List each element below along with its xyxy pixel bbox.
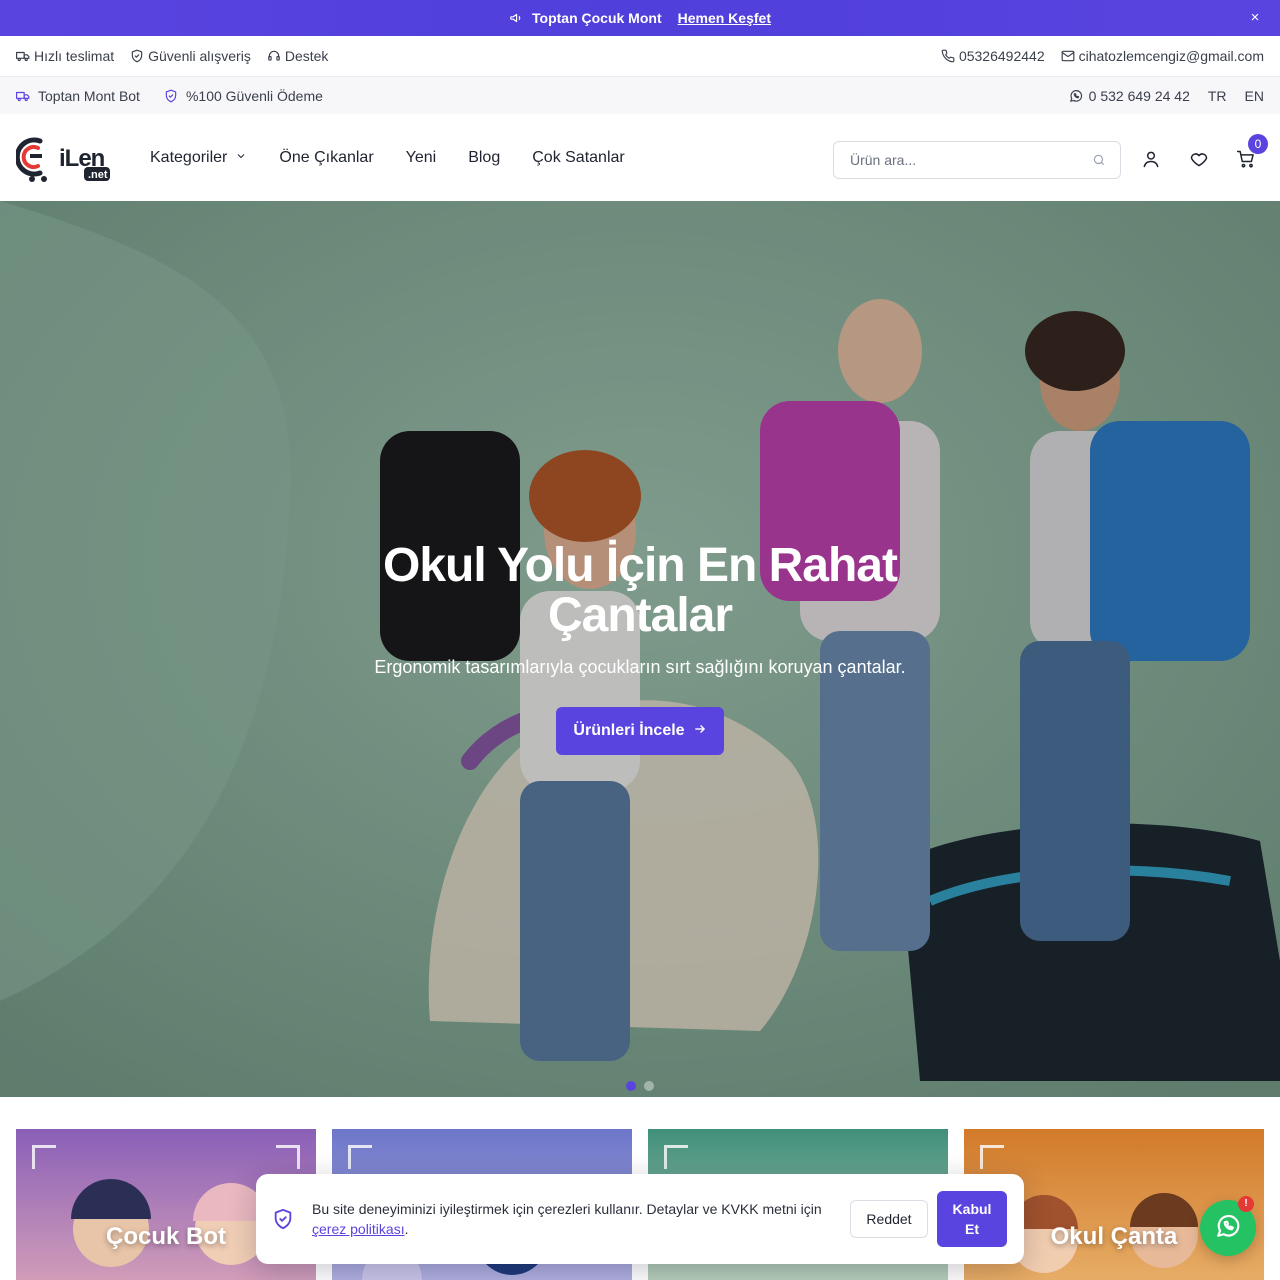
search-input[interactable] (850, 152, 1070, 168)
shield-check-icon (164, 89, 178, 103)
phone-link[interactable]: 05326492442 (941, 48, 1045, 64)
cart-count-badge: 0 (1248, 134, 1268, 154)
phone-icon (941, 49, 955, 63)
nav-new[interactable]: Yeni (406, 149, 437, 167)
search-box (833, 141, 1121, 179)
nav-label: Kategoriler (150, 148, 228, 166)
info-secure-shopping: Güvenli alışveriş (130, 48, 251, 64)
info-label: Hızlı teslimat (34, 48, 115, 64)
subbar-secure-payment: %100 Güvenli Ödeme (164, 88, 323, 104)
main-nav: Kategoriler Öne Çıkanlar Yeni Blog Çok S… (150, 149, 625, 167)
cookie-reject-button[interactable]: Reddet (850, 1200, 928, 1238)
announcement-link[interactable]: Hemen Keşfet (678, 10, 771, 26)
hero-cta-button[interactable]: Ürünleri İncele (556, 707, 724, 755)
hero-overlay (0, 201, 1280, 1097)
card-corner (32, 1145, 56, 1169)
card-corner (348, 1145, 372, 1169)
mail-icon (1061, 49, 1075, 63)
info-label: Destek (284, 48, 329, 64)
cookie-accept-button[interactable]: Kabul Et (937, 1191, 1007, 1247)
close-icon[interactable]: × (1246, 9, 1264, 27)
cta-label: Ürünleri İncele (573, 722, 685, 739)
sub-bar: Toptan Mont Bot %100 Güvenli Ödeme 0 532… (0, 77, 1280, 114)
site-logo[interactable]: iLen .net (14, 133, 112, 183)
slider-dots (626, 1081, 654, 1091)
card-corner (276, 1145, 300, 1169)
info-support[interactable]: Destek (267, 48, 329, 64)
hero-banner: Okul Yolu İçin En Rahat Çantalar Ergonom… (0, 201, 1280, 1097)
info-bar: Hızlı teslimat Güvenli alışveriş Destek … (0, 36, 1280, 77)
notification-badge: ! (1238, 1196, 1254, 1212)
info-fast-delivery: Hızlı teslimat (16, 48, 114, 64)
lang-tr[interactable]: TR (1208, 88, 1227, 104)
announcement-text: Toptan Çocuk Mont (532, 10, 662, 26)
cookie-text: Bu site deneyiminizi iyileştirmek için ç… (312, 1201, 822, 1237)
svg-text:.net: .net (88, 169, 108, 181)
cookie-message: Bu site deneyiminizi iyileştirmek için ç… (312, 1201, 822, 1217)
nav-bestsellers[interactable]: Çok Satanlar (532, 149, 625, 167)
slider-dot[interactable] (644, 1081, 654, 1091)
shield-icon (130, 49, 144, 63)
phone-number: 05326492442 (958, 48, 1045, 64)
hero-title: Okul Yolu İçin En Rahat Çantalar (383, 539, 898, 642)
whatsapp-icon (1069, 89, 1083, 103)
lang-en[interactable]: EN (1245, 88, 1264, 104)
main-header: iLen .net Kategoriler Öne Çıkanlar Yeni … (0, 114, 1280, 201)
heart-icon[interactable] (1189, 149, 1209, 169)
card-corner (980, 1145, 1004, 1169)
email-link[interactable]: cihatozlemcengiz@gmail.com (1061, 48, 1264, 64)
info-label: Güvenli alışveriş (148, 48, 251, 64)
cookie-policy-link[interactable]: çerez politikası (312, 1221, 405, 1237)
nav-categories[interactable]: Kategoriler (150, 149, 247, 167)
whatsapp-link[interactable]: 0 532 649 24 42 (1069, 88, 1190, 104)
cookie-banner: Bu site deneyiminizi iyileştirmek için ç… (256, 1174, 1024, 1264)
hero-subtitle: Ergonomik tasarımlarıyla çocukların sırt… (374, 657, 906, 677)
megaphone-icon (509, 11, 523, 25)
slider-dot[interactable] (626, 1081, 636, 1091)
truck-icon (16, 89, 30, 103)
user-icon[interactable] (1141, 149, 1161, 169)
arrow-right-icon (693, 722, 707, 741)
search-icon[interactable] (1092, 153, 1106, 167)
subbar-wholesale: Toptan Mont Bot (16, 88, 140, 104)
announcement-bar: Toptan Çocuk Mont Hemen Keşfet × (0, 0, 1280, 36)
nav-blog[interactable]: Blog (468, 149, 500, 167)
subbar-label: Toptan Mont Bot (38, 87, 140, 104)
email-address: cihatozlemcengiz@gmail.com (1078, 48, 1264, 64)
headset-icon (267, 49, 281, 63)
shield-check-icon (272, 1208, 294, 1230)
subbar-label: %100 Güvenli Ödeme (185, 87, 323, 104)
whatsapp-float-button[interactable]: ! (1200, 1196, 1256, 1256)
nav-featured[interactable]: Öne Çıkanlar (279, 149, 373, 167)
chevron-down-icon (235, 149, 247, 167)
whatsapp-number: 0 532 649 24 42 (1088, 87, 1190, 104)
truck-icon (16, 49, 30, 63)
whatsapp-icon (1215, 1213, 1241, 1244)
card-corner (664, 1145, 688, 1169)
